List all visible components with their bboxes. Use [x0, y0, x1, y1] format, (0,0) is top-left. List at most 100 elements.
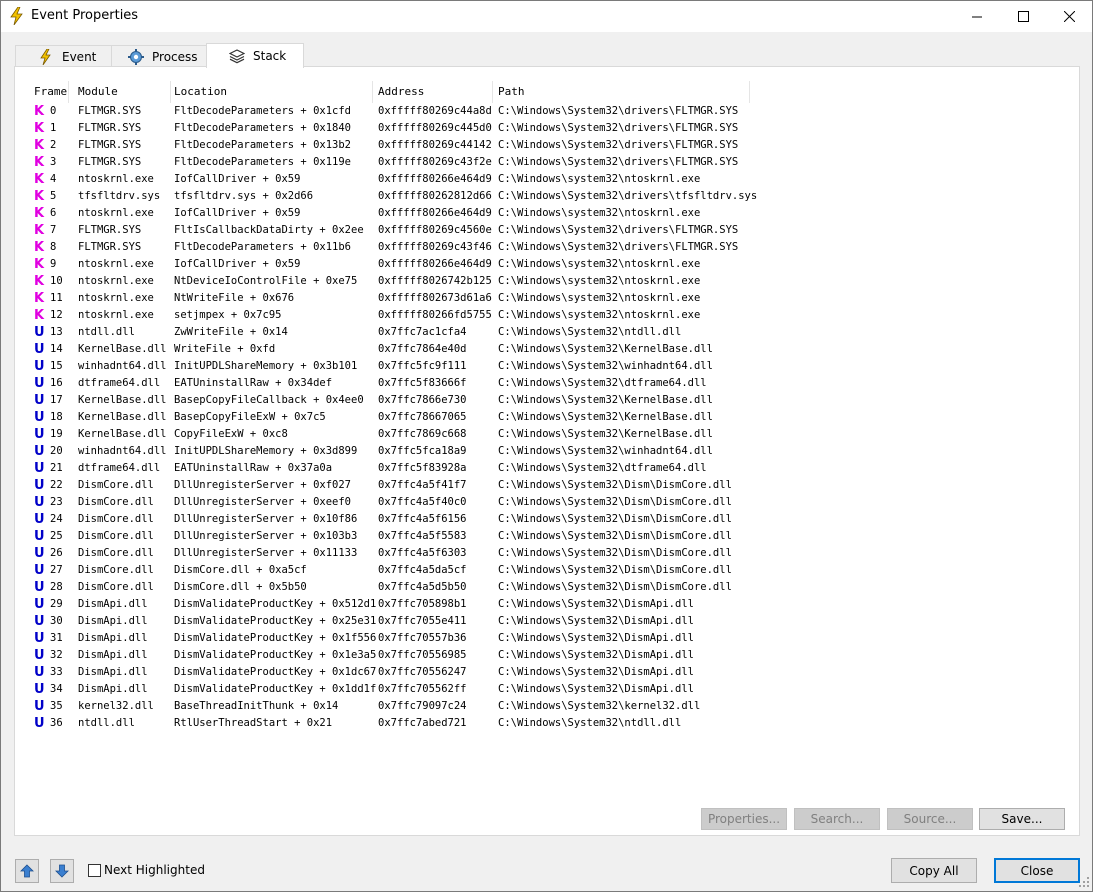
stack-frame-row[interactable]: U 20 winhadnt64.dll InitUPDLShareMemory + 0… [15, 444, 1079, 461]
previous-highlighted-button[interactable] [15, 859, 39, 883]
stack-frame-row[interactable]: K 12 ntoskrnl.exe setjmpex + 0x7c95 0xfffff8… [15, 308, 1079, 325]
stack-frame-row[interactable]: K 7 FLTMGR.SYS FltIsCallbackDataDirty + 0x2… [15, 223, 1079, 240]
path-cell: C:\Windows\System32\DismApi.dll [498, 666, 694, 678]
stack-frame-row[interactable]: U 33 DismApi.dll DismValidateProductKey + 0… [15, 665, 1079, 682]
column-header-frame[interactable]: Frame [34, 85, 67, 98]
stack-frame-row[interactable]: U 18 KernelBase.dll BasepCopyFileExW + 0x7c… [15, 410, 1079, 427]
frame-number: 27 [50, 564, 63, 576]
path-cell: C:\Windows\System32\drivers\FLTMGR.SYS [498, 105, 739, 117]
next-highlighted-button[interactable] [50, 859, 74, 883]
stack-frame-row[interactable]: U 25 DismCore.dll DllUnregisterServer + 0x1… [15, 529, 1079, 546]
user-mode-icon: U [34, 342, 45, 357]
column-divider[interactable] [170, 81, 171, 103]
stack-frame-row[interactable]: U 35 kernel32.dll BaseThreadInitThunk + 0x1… [15, 699, 1079, 716]
kernel-mode-icon: K [34, 189, 45, 204]
address-cell: 0xfffff80269c445d0 [378, 122, 492, 134]
tab-process[interactable]: Process [111, 45, 207, 67]
minimize-button[interactable] [954, 1, 1000, 32]
title-bar[interactable]: Event Properties [1, 1, 1092, 32]
tab-stack[interactable]: Stack [206, 43, 304, 68]
stack-frame-row[interactable]: U 31 DismApi.dll DismValidateProductKey + 0… [15, 631, 1079, 648]
column-header-location[interactable]: Location [174, 85, 227, 98]
frame-number: 29 [50, 598, 63, 610]
stack-frame-row[interactable]: U 13 ntdll.dll ZwWriteFile + 0x14 0x7ffc7ac1… [15, 325, 1079, 342]
location-cell: IofCallDriver + 0x59 [174, 258, 301, 270]
module-cell: DismCore.dll [78, 513, 154, 525]
column-divider[interactable] [749, 81, 750, 103]
column-header-address[interactable]: Address [378, 85, 424, 98]
stack-frame-row[interactable]: U 15 winhadnt64.dll InitUPDLShareMemory + 0… [15, 359, 1079, 376]
stack-frame-row[interactable]: U 26 DismCore.dll DllUnregisterServer + 0x1… [15, 546, 1079, 563]
address-cell: 0xfffff80269c43f2e [378, 156, 492, 168]
stack-frame-row[interactable]: K 8 FLTMGR.SYS FltDecodeParameters + 0x11b6… [15, 240, 1079, 257]
stack-frame-row[interactable]: U 29 DismApi.dll DismValidateProductKey + 0… [15, 597, 1079, 614]
location-cell: EATUninstallRaw + 0x37a0a [174, 462, 333, 474]
user-mode-icon: U [34, 410, 45, 425]
stack-table-header: Frame Module Location Address Path [15, 85, 1079, 105]
kernel-mode-icon: K [34, 155, 45, 170]
frame-number: 36 [50, 717, 63, 729]
stack-frame-list[interactable]: K 0 FLTMGR.SYS FltDecodeParameters + 0x1cfd… [15, 104, 1079, 733]
close-button[interactable]: Close [994, 858, 1080, 883]
minimize-icon [971, 16, 982, 18]
address-cell: 0x7ffc70556247 [378, 666, 467, 678]
source-button[interactable]: Source... [887, 808, 973, 830]
stack-frame-row[interactable]: K 0 FLTMGR.SYS FltDecodeParameters + 0x1cfd… [15, 104, 1079, 121]
stack-frame-row[interactable]: K 1 FLTMGR.SYS FltDecodeParameters + 0x1840… [15, 121, 1079, 138]
stack-frame-row[interactable]: K 9 ntoskrnl.exe IofCallDriver + 0x59 0xffff… [15, 257, 1079, 274]
stack-frame-row[interactable]: K 11 ntoskrnl.exe NtWriteFile + 0x676 0xffff… [15, 291, 1079, 308]
stack-frame-row[interactable]: U 28 DismCore.dll DismCore.dll + 0x5b50 0x7f… [15, 580, 1079, 597]
path-cell: C:\Windows\system32\ntoskrnl.exe [498, 275, 701, 287]
column-divider[interactable] [68, 81, 69, 103]
stack-frame-row[interactable]: K 10 ntoskrnl.exe NtDeviceIoControlFile + 0… [15, 274, 1079, 291]
module-cell: DismApi.dll [78, 649, 148, 661]
user-mode-icon: U [34, 478, 45, 493]
stack-frame-row[interactable]: U 32 DismApi.dll DismValidateProductKey + 0… [15, 648, 1079, 665]
stack-frame-row[interactable]: K 3 FLTMGR.SYS FltDecodeParameters + 0x119e… [15, 155, 1079, 172]
address-cell: 0x7ffc5fca18a9 [378, 445, 467, 457]
column-header-module[interactable]: Module [78, 85, 118, 98]
stack-frame-row[interactable]: K 5 tfsfltdrv.sys tfsfltdrv.sys + 0x2d66 0xf… [15, 189, 1079, 206]
stack-frame-row[interactable]: U 17 KernelBase.dll BasepCopyFileCallback +… [15, 393, 1079, 410]
module-cell: kernel32.dll [78, 700, 154, 712]
frame-number: 0 [50, 105, 57, 117]
stack-frame-row[interactable]: U 24 DismCore.dll DllUnregisterServer + 0x1… [15, 512, 1079, 529]
address-cell: 0x7ffc78667065 [378, 411, 467, 423]
stack-frame-row[interactable]: U 16 dtframe64.dll EATUninstallRaw + 0x34de… [15, 376, 1079, 393]
stack-frame-row[interactable]: K 6 ntoskrnl.exe IofCallDriver + 0x59 0xffff… [15, 206, 1079, 223]
stack-frame-row[interactable]: U 30 DismApi.dll DismValidateProductKey + 0… [15, 614, 1079, 631]
window-close-button[interactable] [1046, 1, 1092, 32]
user-mode-icon: U [34, 563, 45, 578]
window-title: Event Properties [31, 8, 139, 23]
stack-frame-row[interactable]: U 22 DismCore.dll DllUnregisterServer + 0xf… [15, 478, 1079, 495]
lightning-icon [38, 48, 54, 65]
address-cell: 0x7ffc705562ff [378, 683, 467, 695]
stack-frame-row[interactable]: U 19 KernelBase.dll CopyFileExW + 0xc8 0x7ff… [15, 427, 1079, 444]
frame-number: 34 [50, 683, 63, 695]
stack-frame-row[interactable]: U 14 KernelBase.dll WriteFile + 0xfd 0x7ffc7… [15, 342, 1079, 359]
column-header-path[interactable]: Path [498, 85, 525, 98]
frame-number: 16 [50, 377, 63, 389]
stack-frame-row[interactable]: U 21 dtframe64.dll EATUninstallRaw + 0x37a0… [15, 461, 1079, 478]
save-button[interactable]: Save... [979, 808, 1065, 830]
stack-frame-row[interactable]: U 34 DismApi.dll DismValidateProductKey + 0… [15, 682, 1079, 699]
copy-all-button[interactable]: Copy All [891, 858, 977, 883]
search-button[interactable]: Search... [794, 808, 880, 830]
column-divider[interactable] [492, 81, 493, 103]
path-cell: C:\Windows\System32\dtframe64.dll [498, 462, 707, 474]
resize-grip-icon[interactable] [1077, 875, 1091, 889]
tab-event[interactable]: Event [15, 45, 112, 67]
stack-frame-row[interactable]: K 4 ntoskrnl.exe IofCallDriver + 0x59 0xffff… [15, 172, 1079, 189]
stack-frame-row[interactable]: U 36 ntdll.dll RtlUserThreadStart + 0x21 0x7… [15, 716, 1079, 733]
column-divider[interactable] [372, 81, 373, 103]
properties-button[interactable]: Properties... [701, 808, 787, 830]
path-cell: C:\Windows\system32\ntoskrnl.exe [498, 292, 701, 304]
user-mode-icon: U [34, 359, 45, 374]
address-cell: 0x7ffc7864e40d [378, 343, 467, 355]
next-highlighted-checkbox[interactable] [88, 864, 101, 877]
maximize-button[interactable] [1000, 1, 1046, 32]
next-highlighted-label[interactable]: Next Highlighted [104, 863, 205, 877]
stack-frame-row[interactable]: U 27 DismCore.dll DismCore.dll + 0xa5cf 0x7f… [15, 563, 1079, 580]
stack-frame-row[interactable]: K 2 FLTMGR.SYS FltDecodeParameters + 0x13b2… [15, 138, 1079, 155]
stack-frame-row[interactable]: U 23 DismCore.dll DllUnregisterServer + 0xe… [15, 495, 1079, 512]
